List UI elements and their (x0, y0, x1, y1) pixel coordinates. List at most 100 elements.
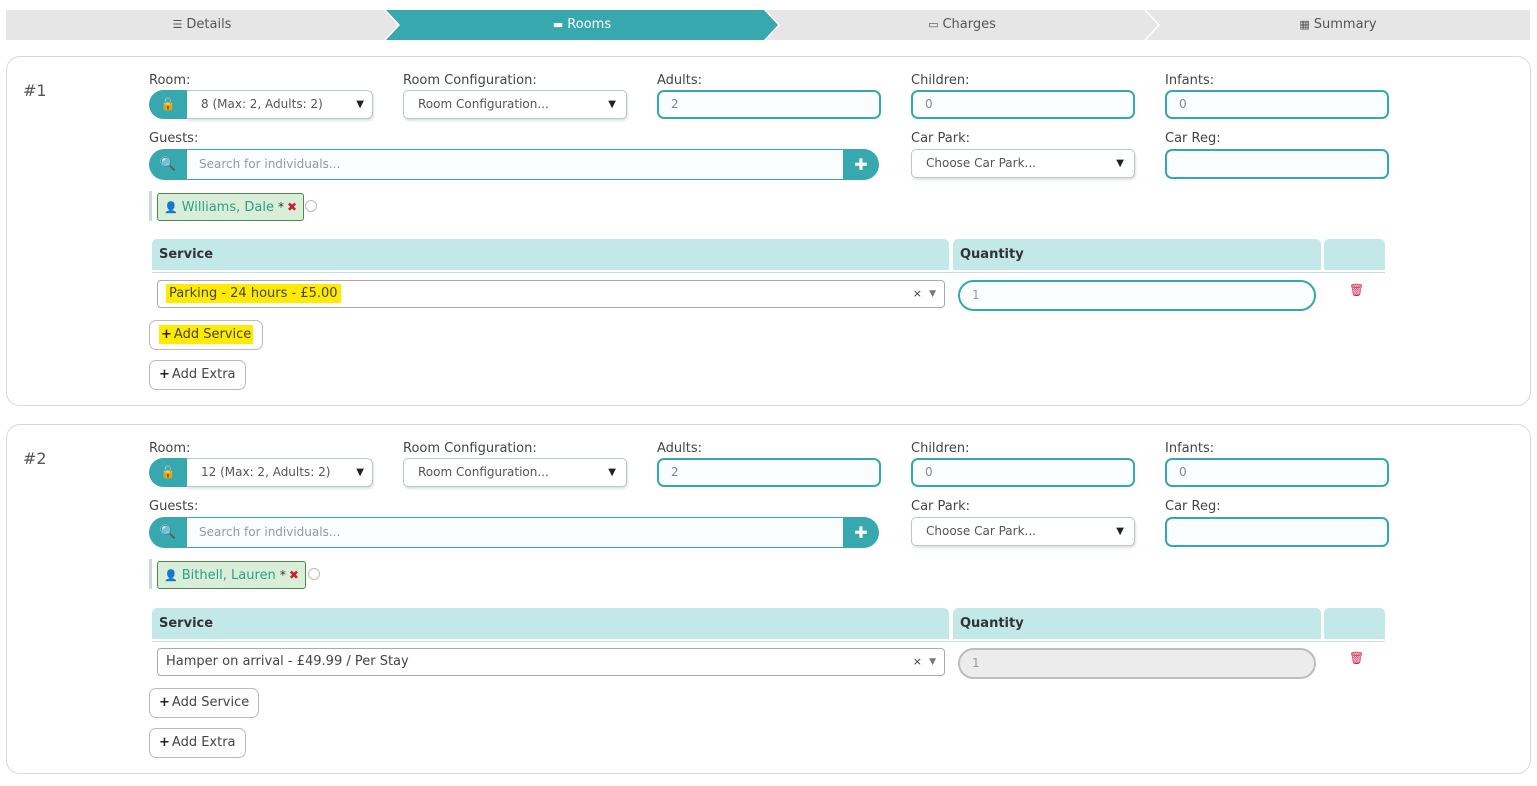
lead-guest-star: * (279, 568, 286, 582)
step-details[interactable]: ☰ Details (6, 10, 398, 40)
room-label: Room: (149, 441, 191, 456)
add-guest-button[interactable]: ✚ (843, 149, 879, 180)
step-details-label: Details (186, 17, 232, 32)
service-column-header: Service (152, 608, 949, 639)
service-select[interactable]: Parking - 24 hours - £5.00 × ▼ (157, 280, 945, 308)
room-select-value: 8 (Max: 2, Adults: 2) (201, 97, 323, 111)
room-panel-1: #1 Room: 🔓 8 (Max: 2, Adults: 2) ▼ Room C… (6, 56, 1531, 406)
room-config-label: Room Configuration: (403, 73, 537, 88)
clear-icon[interactable]: × (913, 281, 922, 307)
room-panel-2: #2 Room: 🔓 12 (Max: 2, Adults: 2) ▼ Room … (6, 424, 1531, 774)
step-rooms[interactable]: ▬ Rooms (386, 10, 778, 40)
add-service-button[interactable]: + Add Service (149, 320, 264, 350)
room-config-label: Room Configuration: (403, 441, 537, 456)
booking-wizard-steps: ☰ Details ▬ Rooms ▭ Charges ▦ Summary (6, 10, 1530, 40)
grid-icon: ▦ (1299, 18, 1310, 31)
room-number: #1 (23, 81, 47, 100)
car-park-select[interactable]: Choose Car Park... ▼ (911, 517, 1135, 546)
guest-tag[interactable]: 👤 Bithell, Lauren * ✖ (157, 561, 306, 589)
guests-label: Guests: (149, 499, 199, 514)
guest-search-input[interactable]: Search for individuals... (187, 149, 843, 180)
add-extra-button[interactable]: + Add Extra (149, 728, 246, 758)
car-reg-label: Car Reg: (1165, 499, 1221, 514)
adults-label: Adults: (657, 73, 703, 88)
unlock-icon[interactable]: 🔓 (149, 458, 187, 487)
quantity-input[interactable]: 1 (958, 280, 1316, 311)
adults-input[interactable]: 2 (657, 90, 881, 119)
car-reg-input[interactable] (1165, 149, 1389, 179)
list-icon: ☰ (172, 18, 183, 31)
chevron-down-icon: ▼ (608, 467, 616, 478)
trash-icon[interactable]: 🗑 (1349, 283, 1364, 297)
remove-guest-icon[interactable]: ✖ (287, 200, 297, 214)
guest-tag[interactable]: 👤 Williams, Dale * ✖ (157, 193, 305, 221)
search-icon[interactable]: 🔍 (149, 517, 187, 548)
plus-icon: + (161, 327, 172, 342)
car-park-select[interactable]: Choose Car Park... ▼ (911, 149, 1135, 178)
room-config-select[interactable]: Room Configuration... ▼ (403, 90, 627, 119)
guest-search-input[interactable]: Search for individuals... (187, 517, 843, 548)
guest-list-divider (149, 191, 152, 221)
car-reg-input[interactable] (1165, 517, 1389, 547)
children-label: Children: (911, 441, 970, 456)
remove-guest-icon[interactable]: ✖ (289, 568, 299, 582)
table-header-divider (152, 272, 1385, 273)
add-extra-label: Add Extra (171, 367, 236, 382)
car-park-value: Choose Car Park... (926, 156, 1036, 170)
plus-icon: + (159, 367, 170, 382)
car-reg-label: Car Reg: (1165, 131, 1221, 146)
children-input[interactable]: 0 (911, 458, 1135, 487)
room-label: Room: (149, 73, 191, 88)
add-service-label: Add Service (171, 695, 250, 710)
quantity-column-header: Quantity (953, 239, 1321, 270)
unlock-icon[interactable]: 🔓 (149, 90, 187, 119)
quantity-column-header: Quantity (953, 608, 1321, 639)
room-select[interactable]: 8 (Max: 2, Adults: 2) ▼ (187, 90, 373, 119)
car-park-label: Car Park: (911, 499, 970, 514)
guest-name[interactable]: Bithell, Lauren (182, 568, 276, 583)
step-charges[interactable]: ▭ Charges (766, 10, 1158, 40)
room-config-value: Room Configuration... (418, 97, 549, 111)
quantity-input: 1 (958, 648, 1316, 679)
children-input[interactable]: 0 (911, 90, 1135, 119)
infants-input[interactable]: 0 (1165, 458, 1389, 487)
lead-guest-star: * (277, 200, 284, 214)
plus-icon: + (159, 695, 170, 710)
clear-icon[interactable]: × (913, 649, 922, 675)
lead-guest-radio[interactable] (305, 200, 317, 212)
plus-icon: + (159, 735, 170, 750)
actions-column-header (1324, 239, 1385, 270)
infants-input[interactable]: 0 (1165, 90, 1389, 119)
step-rooms-label: Rooms (567, 17, 612, 32)
add-extra-button[interactable]: + Add Extra (149, 360, 246, 390)
room-select-value: 12 (Max: 2, Adults: 2) (201, 465, 331, 479)
service-select[interactable]: Hamper on arrival - £49.99 / Per Stay × ▼ (157, 648, 945, 676)
room-select[interactable]: 12 (Max: 2, Adults: 2) ▼ (187, 458, 373, 487)
infants-label: Infants: (1165, 441, 1215, 456)
trash-icon[interactable]: 🗑 (1349, 651, 1364, 665)
step-summary-label: Summary (1313, 17, 1377, 32)
chevron-down-icon: ▼ (356, 467, 364, 478)
guest-name[interactable]: Williams, Dale (182, 200, 274, 215)
add-guest-button[interactable]: ✚ (843, 517, 879, 548)
service-value: Parking - 24 hours - £5.00 (166, 284, 341, 303)
guests-label: Guests: (149, 131, 199, 146)
chevron-down-icon: ▼ (1116, 158, 1124, 169)
lead-guest-radio[interactable] (308, 568, 320, 580)
chevron-down-icon: ▼ (356, 99, 364, 110)
search-icon[interactable]: 🔍 (149, 149, 187, 180)
credit-card-icon: ▭ (928, 18, 939, 31)
adults-input[interactable]: 2 (657, 458, 881, 487)
infants-label: Infants: (1165, 73, 1215, 88)
service-value: Hamper on arrival - £49.99 / Per Stay (166, 654, 409, 669)
actions-column-header (1324, 608, 1385, 639)
table-header-divider (152, 641, 1385, 642)
add-service-button[interactable]: + Add Service (149, 688, 260, 718)
adults-label: Adults: (657, 441, 703, 456)
room-config-value: Room Configuration... (418, 465, 549, 479)
dropdown-arrow-icon: ▼ (929, 289, 936, 299)
guest-list-divider (149, 559, 152, 589)
step-summary[interactable]: ▦ Summary (1146, 10, 1530, 40)
room-config-select[interactable]: Room Configuration... ▼ (403, 458, 627, 487)
car-park-label: Car Park: (911, 131, 970, 146)
